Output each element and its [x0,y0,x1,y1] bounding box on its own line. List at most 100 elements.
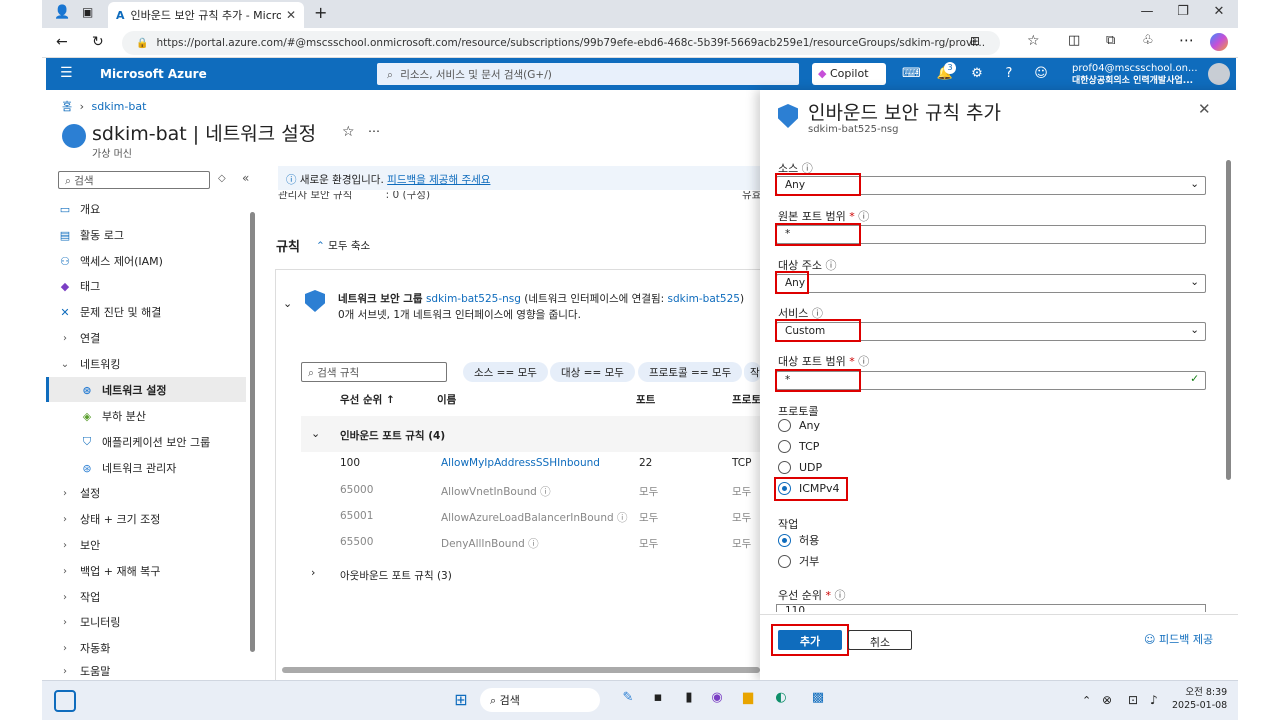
account-info[interactable]: prof04@mscsschool.on... 대한상공회의소 인력개발사업..… [1072,63,1202,87]
sidebar-item-load-balancing[interactable]: ◈ 부하 분산 [80,405,270,427]
url-field[interactable]: 🔒 https://portal.azure.com/#@mscsschool.… [122,31,1000,55]
azure-brand[interactable]: Microsoft Azure [100,67,207,81]
windows-start-icon[interactable]: ⊞ [450,690,472,712]
favorite-icon[interactable]: ☆ [1027,33,1040,49]
sidebar-item-help[interactable]: › 도움말 [58,663,248,679]
split-screen-icon[interactable]: ◫ [1068,33,1080,48]
window-close-icon[interactable]: ✕ [1204,4,1234,24]
info-icon[interactable]: ⓘ [825,259,836,272]
chevron-down-icon[interactable]: ⌄ [311,427,320,440]
column-name[interactable]: 이름 [437,392,456,407]
more-options-icon[interactable]: ⋯ [368,124,380,138]
panel-scrollbar[interactable] [1226,160,1231,480]
widgets-icon[interactable] [54,690,76,712]
sidebar-item-iam[interactable]: ⚇ 액세스 제어(IAM) [58,250,248,272]
network-status-icon[interactable]: ⊡ [1128,693,1138,707]
close-icon[interactable]: ✕ [1198,100,1211,118]
column-protocol[interactable]: 프로토 [732,392,760,407]
chevron-up-icon[interactable]: ⌃ [1082,694,1091,707]
sidebar-item-network-settings[interactable]: ⊛ 네트워크 설정 [80,379,270,401]
action-allow-radio[interactable]: 허용 [778,532,819,548]
feedback-icon[interactable]: ☺ [1032,66,1050,81]
copilot-button[interactable]: ◆ Copilot [812,63,886,85]
tab-actions-icon[interactable]: ▣ [82,5,93,19]
edge-icon[interactable]: ◐ [770,690,792,712]
new-tab-icon[interactable]: + [314,3,327,22]
info-icon[interactable]: ⓘ [528,538,539,550]
copilot-browser-icon[interactable] [1210,33,1228,51]
volume-icon[interactable]: ♪ [1150,693,1158,707]
sidebar-item-activity-log[interactable]: ▤ 활동 로그 [58,224,248,246]
protocol-udp-radio[interactable]: UDP [778,461,822,474]
feedback-link[interactable]: 피드백을 제공해 주세요 [387,174,490,186]
refresh-icon[interactable]: ↻ [92,34,104,50]
priority-input[interactable]: 110 [776,604,1206,612]
app-icon[interactable]: ✎ [617,690,639,712]
extensions-icon[interactable]: ♧ [1142,33,1154,48]
column-priority[interactable]: 우선 순위 ↑ [340,392,395,407]
clock[interactable]: 오전 8:39 2025-01-08 [1172,686,1227,712]
sidebar-scrollbar[interactable] [250,212,255,652]
breadcrumb-item[interactable]: sdkim-bat [92,100,147,113]
chevron-down-icon[interactable]: ⌄ [283,297,292,310]
info-icon[interactable]: ⓘ [858,355,869,368]
status-icon[interactable]: ⊗ [1102,693,1112,707]
outbound-group-label[interactable]: 아웃바운드 포트 규칙 (3) [340,568,452,583]
rule-search-input[interactable]: ⌕ 검색 규칙 [301,362,447,382]
sidebar-item-automation[interactable]: › 자동화 [58,637,248,659]
destination-select[interactable]: Any ⌄ [776,274,1206,293]
avatar[interactable] [1208,63,1230,85]
sidebar-item-tags[interactable]: ◆ 태그 [58,275,248,297]
column-port[interactable]: 포트 [636,392,655,407]
favorite-star-icon[interactable]: ☆ [342,124,355,140]
sidebar-item-security[interactable]: › 보안 [58,534,248,556]
collapse-nav-icon[interactable]: « [242,171,249,185]
horizontal-scrollbar[interactable] [282,667,760,673]
info-icon[interactable]: ⓘ [617,512,628,524]
sidebar-item-network-manager[interactable]: ⊛ 네트워크 관리자 [80,457,270,479]
protocol-any-radio[interactable]: Any [778,419,820,432]
task-view-icon[interactable]: ▪ [647,690,669,712]
sidebar-item-settings[interactable]: › 설정 [58,482,248,504]
filter-action[interactable]: 작 [744,362,761,382]
rule-name-link[interactable]: AllowMyIpAddressSSHInbound [441,457,600,469]
profile-icon[interactable]: 👤 [54,5,70,20]
minimize-icon[interactable]: — [1132,4,1162,24]
info-icon[interactable]: ⓘ [540,486,551,498]
more-icon[interactable]: ⋯ [1179,31,1194,49]
tab-active[interactable]: A 인바운드 보안 규칙 추가 - Micros ✕ [108,2,304,28]
breadcrumb-home[interactable]: 홈 [62,100,72,113]
sidebar-item-operations[interactable]: › 작업 [58,586,248,608]
filter-destination[interactable]: 대상 == 모두 [550,362,635,382]
collections-icon[interactable]: ⧉ [1106,33,1115,48]
sidebar-item-overview[interactable]: ▭ 개요 [58,198,248,220]
restore-icon[interactable]: ❐ [1168,4,1198,24]
nsg-link[interactable]: sdkim-bat525-nsg [426,293,521,305]
file-explorer-icon[interactable]: ▆ [737,690,759,712]
sidebar-item-monitoring[interactable]: › 모니터링 [58,611,248,633]
sidebar-item-diagnose[interactable]: ✕ 문제 진단 및 해결 [58,301,248,323]
filter-protocol[interactable]: 프로토콜 == 모두 [638,362,743,382]
close-tab-icon[interactable]: ✕ [286,8,296,22]
azure-search-input[interactable]: ⌕ 리소스, 서비스 및 문서 검색(G+/) [377,63,799,85]
info-icon[interactable]: ⓘ [834,589,845,602]
filter-source[interactable]: 소스 == 모두 [463,362,548,382]
info-icon[interactable]: ⓘ [858,210,869,223]
sidebar-item-connect[interactable]: › 연결 [58,327,248,349]
sidebar-item-backup[interactable]: › 백업 + 재해 복구 [58,560,248,582]
protocol-tcp-radio[interactable]: TCP [778,440,819,453]
chat-icon[interactable]: ◉ [706,690,728,712]
taskbar-search[interactable]: ⌕ 검색 [480,688,600,712]
chevron-right-icon[interactable]: › [311,566,315,579]
nic-link[interactable]: sdkim-bat525 [668,293,740,305]
filter-toggle-icon[interactable]: ◇ [218,173,226,184]
read-view-icon[interactable]: ⊞ [970,34,980,48]
cancel-button[interactable]: 취소 [848,630,912,650]
back-icon[interactable]: ← [56,34,68,50]
settings-gear-icon[interactable]: ⚙ [968,66,986,81]
terminal-icon[interactable]: ▮ [678,690,700,712]
sidebar-item-availability[interactable]: › 상태 + 크기 조정 [58,508,248,530]
sidebar-item-networking[interactable]: ⌄ 네트워킹 [58,353,248,375]
store-icon[interactable]: ▩ [807,690,829,712]
feedback-button[interactable]: ☺ 피드백 제공 [1144,631,1213,647]
